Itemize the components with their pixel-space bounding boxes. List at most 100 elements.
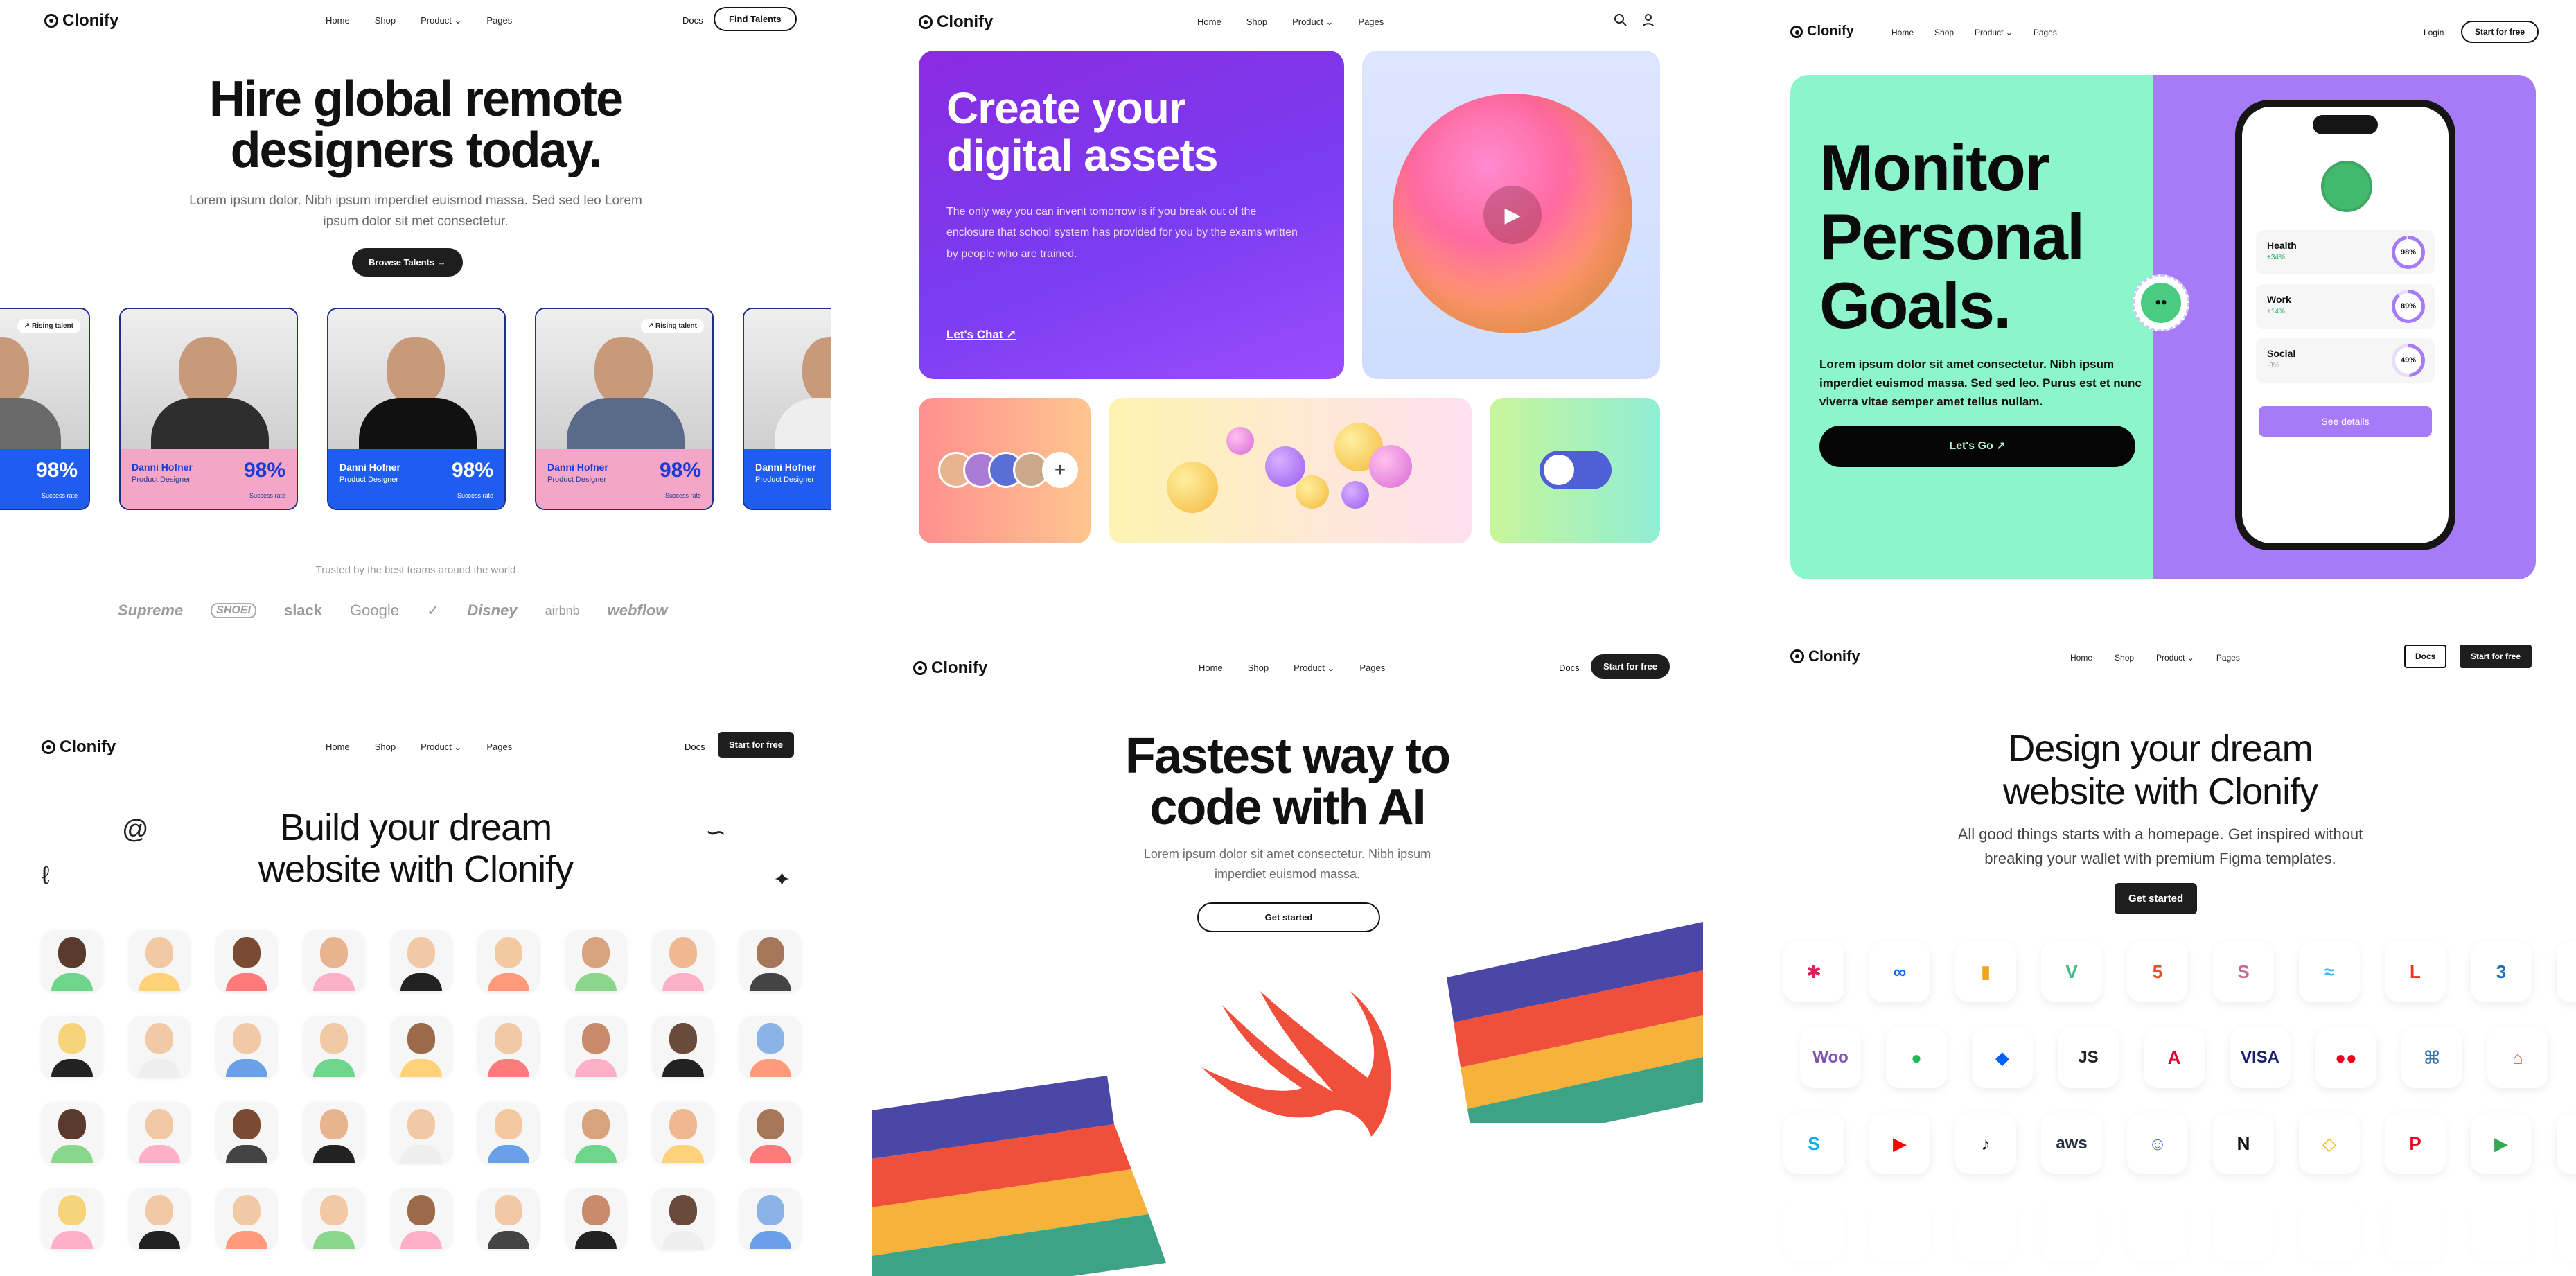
nav-product[interactable]: Product ⌄ bbox=[421, 15, 461, 26]
app-aws[interactable]: aws bbox=[2041, 1113, 2102, 1174]
start-free-button[interactable]: Start for free bbox=[1591, 654, 1670, 679]
mastercard-icon[interactable]: ●● bbox=[2315, 1027, 2376, 1088]
nav-home[interactable]: Home bbox=[1199, 663, 1223, 674]
nav-home[interactable]: Home bbox=[326, 742, 350, 753]
avatar-illustration bbox=[478, 930, 539, 991]
logo[interactable]: Clonify bbox=[1790, 647, 1860, 665]
hero-title: Create your digital assets bbox=[946, 85, 1218, 180]
slack-icon[interactable]: ✱ bbox=[1783, 941, 1844, 1002]
nav-pages[interactable]: Pages bbox=[486, 15, 512, 26]
css3-icon[interactable]: 3 bbox=[2471, 941, 2532, 1002]
toggle-switch[interactable] bbox=[1540, 451, 1612, 489]
talent-card[interactable]: Danni HofnerProduct Designer98%Success r… bbox=[743, 308, 831, 510]
docs-link[interactable]: Docs bbox=[682, 15, 703, 26]
nav-shop[interactable]: Shop bbox=[375, 742, 396, 753]
bootstrap-icon[interactable]: B bbox=[2557, 941, 2576, 1002]
logo[interactable]: Clonify bbox=[913, 658, 987, 678]
goal-row[interactable]: Work +14% 89% bbox=[2256, 284, 2435, 329]
app-visa[interactable]: VISA bbox=[2230, 1027, 2291, 1088]
logo[interactable]: Clonify bbox=[42, 737, 116, 757]
faded-app-icon bbox=[2213, 1199, 2274, 1260]
nav-pages[interactable]: Pages bbox=[2034, 28, 2057, 37]
notion-icon[interactable]: N bbox=[2213, 1113, 2274, 1174]
logo[interactable]: Clonify bbox=[919, 12, 993, 32]
avatar-illustration bbox=[565, 1102, 626, 1163]
logo[interactable]: Clonify bbox=[1790, 24, 1854, 40]
search-icon[interactable] bbox=[1613, 12, 1628, 28]
play-icon[interactable]: ▶ bbox=[2471, 1113, 2532, 1174]
goal-row[interactable]: Health +34% 98% bbox=[2256, 230, 2435, 274]
get-started-button[interactable]: Get started bbox=[1197, 902, 1380, 932]
get-started-button[interactable]: Get started bbox=[2115, 883, 2198, 914]
lets-go-button[interactable]: Let's Go ↗ bbox=[1819, 426, 2135, 467]
nav-product[interactable]: Product ⌄ bbox=[421, 742, 461, 753]
python-icon[interactable]: ⌘ bbox=[2401, 1027, 2462, 1088]
see-details-button[interactable]: See details bbox=[2259, 406, 2432, 437]
nav-product[interactable]: Product ⌄ bbox=[1975, 28, 2013, 37]
app-woo[interactable]: Woo bbox=[1800, 1027, 1861, 1088]
user-icon[interactable] bbox=[1641, 12, 1656, 28]
vue-icon[interactable]: V bbox=[2041, 941, 2102, 1002]
add-avatar-button[interactable]: + bbox=[1042, 452, 1078, 488]
sketch-icon[interactable]: ◇ bbox=[2299, 1113, 2360, 1174]
find-talents-button[interactable]: Find Talents bbox=[714, 7, 797, 31]
nav-product[interactable]: Product ⌄ bbox=[1294, 663, 1334, 674]
browse-talents-button[interactable]: Browse Talents → bbox=[352, 248, 463, 277]
lets-chat-link[interactable]: Let's Chat ↗ bbox=[946, 328, 1016, 342]
start-free-button[interactable]: Start for free bbox=[2460, 645, 2532, 668]
telegram-icon[interactable]: ➤ bbox=[2557, 1113, 2576, 1174]
nav-shop[interactable]: Shop bbox=[375, 15, 396, 26]
docs-button[interactable]: Docs bbox=[2404, 645, 2447, 668]
laravel-icon[interactable]: L bbox=[2385, 941, 2446, 1002]
talent-card[interactable]: Danni HofnerProduct Designer98%Success r… bbox=[535, 308, 714, 510]
youtube-icon[interactable]: ▶ bbox=[1869, 1113, 1930, 1174]
login-link[interactable]: Login bbox=[2424, 28, 2444, 37]
emoji-badge: •• bbox=[2133, 274, 2189, 331]
angular-icon[interactable]: A bbox=[2144, 1027, 2205, 1088]
nav-home[interactable]: Home bbox=[1197, 17, 1221, 28]
analytics-icon[interactable]: ▮ bbox=[1955, 941, 2016, 1002]
avatar-head bbox=[145, 1195, 173, 1225]
nav-pages[interactable]: Pages bbox=[486, 742, 512, 753]
nav-shop[interactable]: Shop bbox=[2115, 653, 2134, 663]
goal-row[interactable]: Social -3% 49% bbox=[2256, 338, 2435, 383]
pinterest-icon[interactable]: P bbox=[2385, 1113, 2446, 1174]
nav-pages[interactable]: Pages bbox=[2216, 653, 2240, 663]
tailwind-icon[interactable]: ≈ bbox=[2299, 941, 2360, 1002]
talent-card[interactable]: Danni HofnerProduct Designer98%Success r… bbox=[327, 308, 506, 510]
logo[interactable]: Clonify bbox=[44, 11, 118, 30]
rising-talent-badge: ↗ Rising talent bbox=[17, 319, 80, 333]
nav-shop[interactable]: Shop bbox=[1246, 17, 1267, 28]
play-button[interactable]: ▶ bbox=[1483, 186, 1542, 244]
meta-icon[interactable]: ∞ bbox=[1869, 941, 1930, 1002]
start-free-button[interactable]: Start for free bbox=[2461, 21, 2539, 43]
talent-card[interactable]: Danni HofnerProduct Designer98%Success r… bbox=[0, 308, 90, 510]
airbnb-icon[interactable]: ⌂ bbox=[2487, 1027, 2548, 1088]
nav-product[interactable]: Product ⌄ bbox=[1292, 17, 1333, 28]
nav-shop[interactable]: Shop bbox=[1934, 28, 1954, 37]
nav-home[interactable]: Home bbox=[1891, 28, 1914, 37]
spotify-icon[interactable]: ● bbox=[1886, 1027, 1947, 1088]
tiktok-icon[interactable]: ♪ bbox=[1955, 1113, 2016, 1174]
nav-pages[interactable]: Pages bbox=[1359, 663, 1385, 674]
html5-icon[interactable]: 5 bbox=[2127, 941, 2188, 1002]
docs-link[interactable]: Docs bbox=[1559, 663, 1580, 673]
nav-shop[interactable]: Shop bbox=[1248, 663, 1269, 674]
nav-pages[interactable]: Pages bbox=[1358, 17, 1384, 28]
talent-card[interactable]: Danni HofnerProduct Designer98%Success r… bbox=[119, 308, 298, 510]
nav-product[interactable]: Product ⌄ bbox=[2156, 653, 2194, 663]
bubble bbox=[1167, 462, 1218, 513]
docs-link[interactable]: Docs bbox=[685, 742, 705, 752]
brand-airbnb: airbnb bbox=[545, 603, 580, 618]
dropbox-icon[interactable]: ◆ bbox=[1972, 1027, 2033, 1088]
nav-home[interactable]: Home bbox=[2070, 653, 2092, 663]
skype-icon[interactable]: S bbox=[1783, 1113, 1844, 1174]
avatar-head bbox=[495, 937, 522, 968]
app-js[interactable]: JS bbox=[2058, 1027, 2119, 1088]
start-free-button[interactable]: Start for free bbox=[718, 732, 795, 758]
avatar-shirt bbox=[750, 1231, 791, 1249]
discord-icon[interactable]: ☺ bbox=[2127, 1113, 2188, 1174]
faded-app-icon bbox=[2471, 1199, 2532, 1260]
sass-icon[interactable]: S bbox=[2213, 941, 2274, 1002]
nav-home[interactable]: Home bbox=[326, 15, 350, 26]
